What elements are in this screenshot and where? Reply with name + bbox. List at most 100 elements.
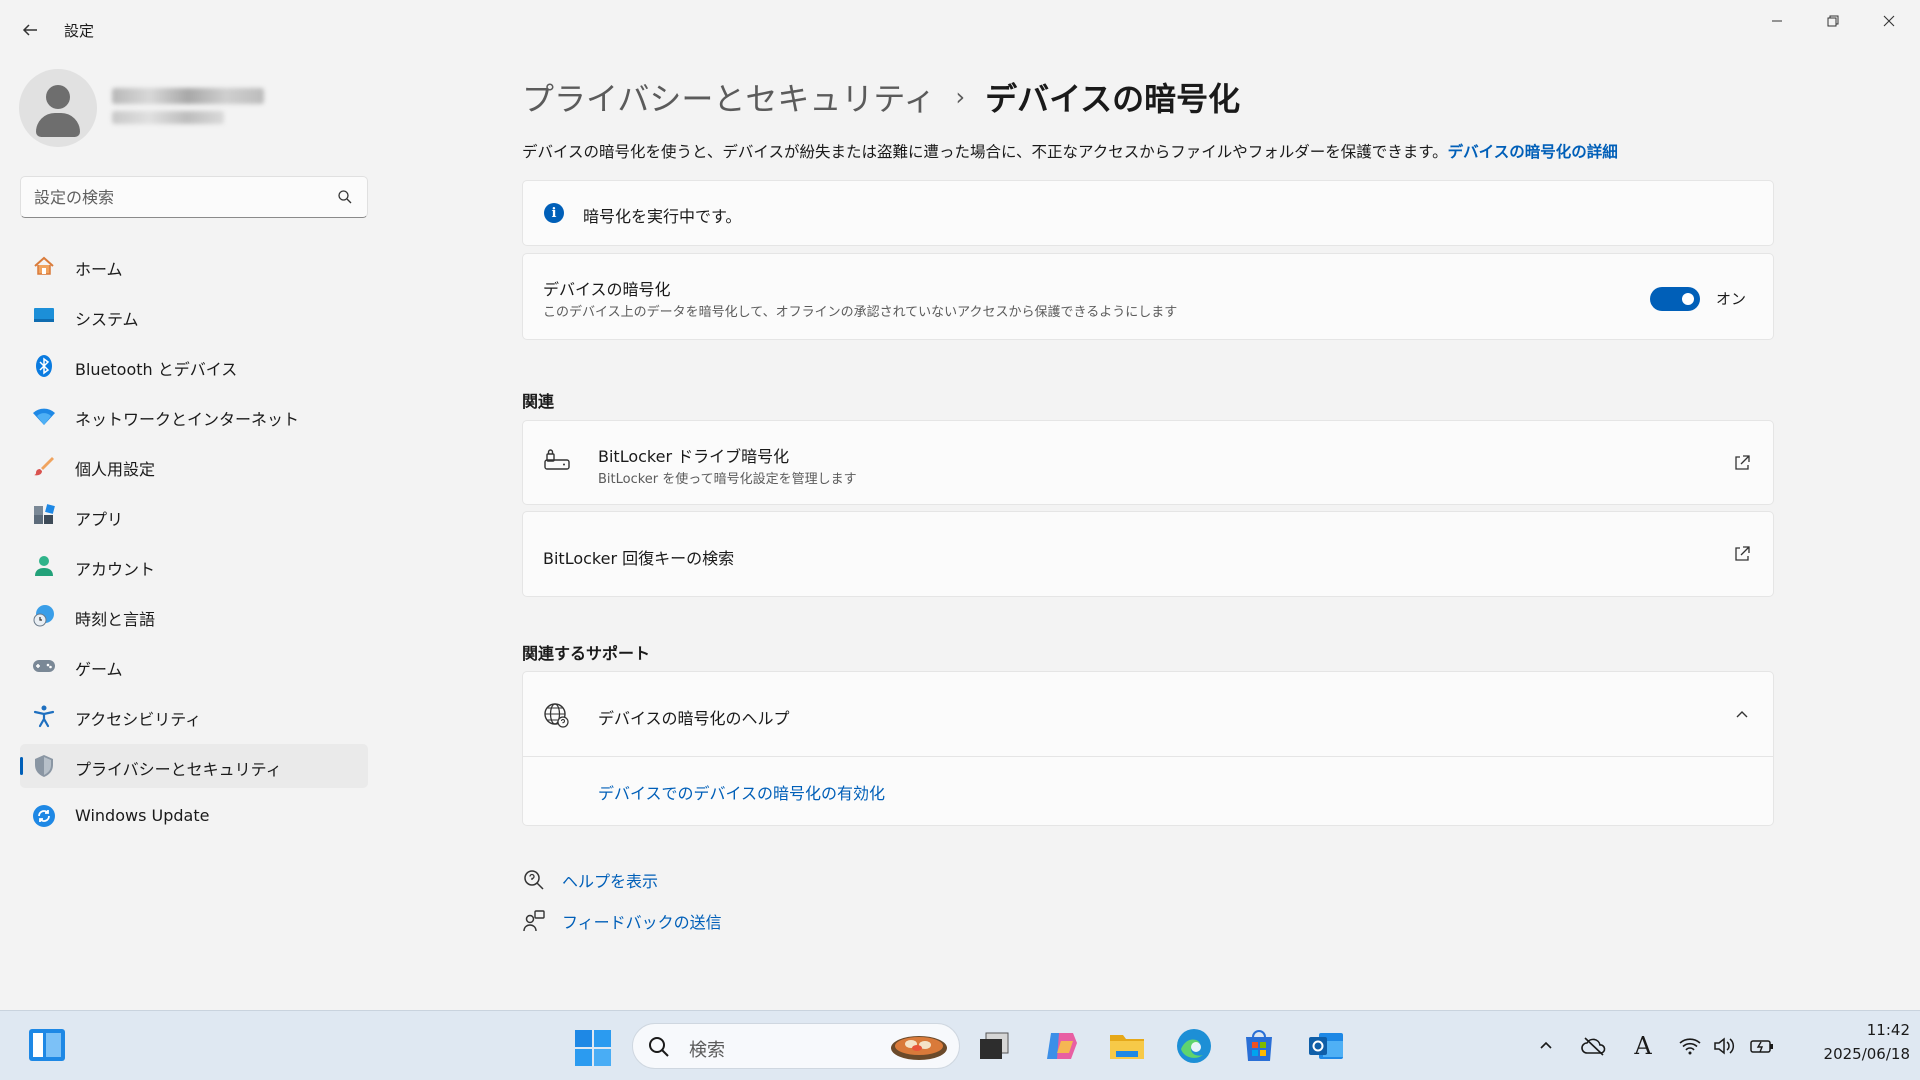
start-icon[interactable] (574, 1029, 612, 1067)
sidebar-item-network[interactable]: ネットワークとインターネット (20, 394, 368, 438)
sidebar-item-system[interactable]: システム (20, 294, 368, 338)
gamepad-icon (32, 654, 56, 678)
clock-time[interactable]: 11:42 (1800, 1021, 1910, 1039)
help-link-enable-encryption[interactable]: デバイスでのデバイスの暗号化の有効化 (598, 780, 885, 804)
encryption-title: デバイスの暗号化 (543, 280, 671, 299)
system-icon (32, 304, 56, 328)
page-title: デバイスの暗号化 (985, 80, 1241, 118)
ime-icon[interactable]: A (1630, 1032, 1656, 1060)
back-button[interactable] (18, 18, 42, 42)
info-message: 暗号化を実行中です。 (583, 207, 742, 226)
toggle-state-label: オン (1716, 290, 1747, 308)
title-bar: 設定 (0, 0, 1920, 60)
info-banner: i 暗号化を実行中です。 (522, 180, 1774, 246)
help-title: デバイスの暗号化のヘルプ (598, 709, 790, 728)
sidebar-item-label: Bluetooth とデバイス (75, 360, 238, 379)
avatar-body (36, 113, 80, 137)
breadcrumb-parent[interactable]: プライバシーとセキュリティ (522, 74, 935, 120)
wifi-icon[interactable] (1677, 1033, 1703, 1059)
bitlocker-subtitle: BitLocker を使って暗号化設定を管理します (598, 472, 857, 487)
task-view-icon[interactable] (976, 1027, 1014, 1065)
time-language-icon (32, 604, 56, 628)
device-encryption-card: デバイスの暗号化 このデバイス上のデータを暗号化して、オフラインの承認されていな… (522, 253, 1774, 340)
external-link-icon (1735, 546, 1750, 561)
wifi-icon (32, 404, 56, 428)
taskbar: 検索 A 11:42 2025/06/18 (0, 1010, 1920, 1080)
sidebar-item-apps[interactable]: アプリ (20, 494, 368, 538)
user-email-redacted (112, 111, 224, 124)
store-icon[interactable] (1240, 1027, 1278, 1065)
breadcrumb: プライバシーとセキュリティ › デバイスの暗号化 (522, 72, 1240, 122)
home-icon (32, 254, 56, 278)
onedrive-icon[interactable] (1581, 1033, 1607, 1059)
search-icon[interactable] (337, 189, 353, 205)
back-arrow-icon (22, 24, 37, 36)
bitlocker-title: BitLocker ドライブ暗号化 (598, 447, 790, 466)
close-icon (1883, 15, 1895, 27)
outlook-icon[interactable] (1307, 1027, 1345, 1065)
battery-icon[interactable] (1749, 1033, 1775, 1059)
get-help-link[interactable]: ヘルプを表示 (522, 866, 658, 894)
sidebar-item-windows-update[interactable]: Windows Update (20, 794, 368, 838)
globe-help-icon (544, 703, 569, 728)
settings-search-input[interactable] (34, 177, 334, 217)
taskbar-search-placeholder: 検索 (689, 1040, 725, 1061)
chevron-up-icon[interactable] (1733, 706, 1751, 724)
bitlocker-card[interactable]: BitLocker ドライブ暗号化 BitLocker を使って暗号化設定を管理… (522, 420, 1774, 505)
brush-icon (32, 454, 56, 478)
widgets-icon[interactable] (28, 1028, 66, 1062)
sidebar-item-privacy-security[interactable]: プライバシーとセキュリティ (20, 744, 368, 788)
sidebar-item-accounts[interactable]: アカウント (20, 544, 368, 588)
account-icon (32, 554, 56, 578)
send-feedback-label: フィードバックの送信 (562, 913, 722, 932)
bluetooth-icon (32, 354, 56, 378)
drive-lock-icon (544, 449, 570, 470)
recovery-key-card[interactable]: BitLocker 回復キーの検索 (522, 511, 1774, 597)
sidebar-item-label: プライバシーとセキュリティ (75, 760, 282, 779)
breadcrumb-separator: › (955, 83, 966, 111)
sidebar-item-gaming[interactable]: ゲーム (20, 644, 368, 688)
related-section-title: 関連 (522, 392, 555, 411)
settings-search-box[interactable] (20, 176, 368, 218)
sidebar-item-label: ゲーム (75, 660, 123, 679)
encryption-toggle[interactable] (1650, 287, 1700, 311)
main-content: プライバシーとセキュリティ › デバイスの暗号化 デバイスの暗号化を使うと、デバ… (522, 60, 1774, 1010)
search-icon (649, 1037, 669, 1057)
sidebar-item-label: Windows Update (75, 806, 210, 825)
description-link[interactable]: デバイスの暗号化の詳細 (1448, 143, 1618, 161)
sidebar-item-personalization[interactable]: 個人用設定 (20, 444, 368, 488)
sidebar-item-home[interactable]: ホーム (20, 244, 368, 288)
sidebar-item-accessibility[interactable]: アクセシビリティ (20, 694, 368, 738)
sidebar-item-label: アカウント (75, 560, 156, 579)
restore-button[interactable] (1810, 6, 1856, 36)
copilot-icon[interactable] (1043, 1027, 1081, 1065)
shield-icon (32, 754, 56, 778)
feedback-icon (523, 910, 545, 932)
app-title: 設定 (64, 22, 95, 40)
help-chat-icon (524, 870, 544, 890)
sidebar-item-label: システム (75, 310, 139, 329)
chevron-up-icon[interactable] (1533, 1033, 1559, 1059)
recovery-key-title: BitLocker 回復キーの検索 (543, 549, 735, 568)
sidebar-item-label: 時刻と言語 (75, 610, 156, 629)
clock-date[interactable]: 2025/06/18 (1780, 1045, 1910, 1063)
avatar[interactable] (19, 69, 97, 147)
send-feedback-link[interactable]: フィードバックの送信 (522, 907, 722, 935)
support-section-title: 関連するサポート (522, 644, 651, 663)
user-name-redacted (112, 88, 264, 104)
minimize-button[interactable] (1754, 6, 1800, 36)
encryption-subtitle: このデバイス上のデータを暗号化して、オフラインの承認されていないアクセスから保護… (543, 305, 1178, 320)
taskbar-search-box[interactable]: 検索 (632, 1023, 960, 1069)
accessibility-icon (32, 704, 56, 728)
restore-icon (1827, 15, 1839, 27)
file-explorer-icon[interactable] (1108, 1027, 1146, 1065)
help-expander: デバイスの暗号化のヘルプ デバイスでのデバイスの暗号化の有効化 (522, 671, 1774, 826)
volume-icon[interactable] (1711, 1033, 1737, 1059)
help-expander-header[interactable]: デバイスの暗号化のヘルプ (523, 672, 1773, 757)
sidebar-item-bluetooth[interactable]: Bluetooth とデバイス (20, 344, 368, 388)
close-button[interactable] (1866, 6, 1912, 36)
search-highlight-icon (891, 1036, 947, 1060)
sidebar-item-time-language[interactable]: 時刻と言語 (20, 594, 368, 638)
edge-icon[interactable] (1175, 1027, 1213, 1065)
get-help-label: ヘルプを表示 (562, 872, 659, 891)
